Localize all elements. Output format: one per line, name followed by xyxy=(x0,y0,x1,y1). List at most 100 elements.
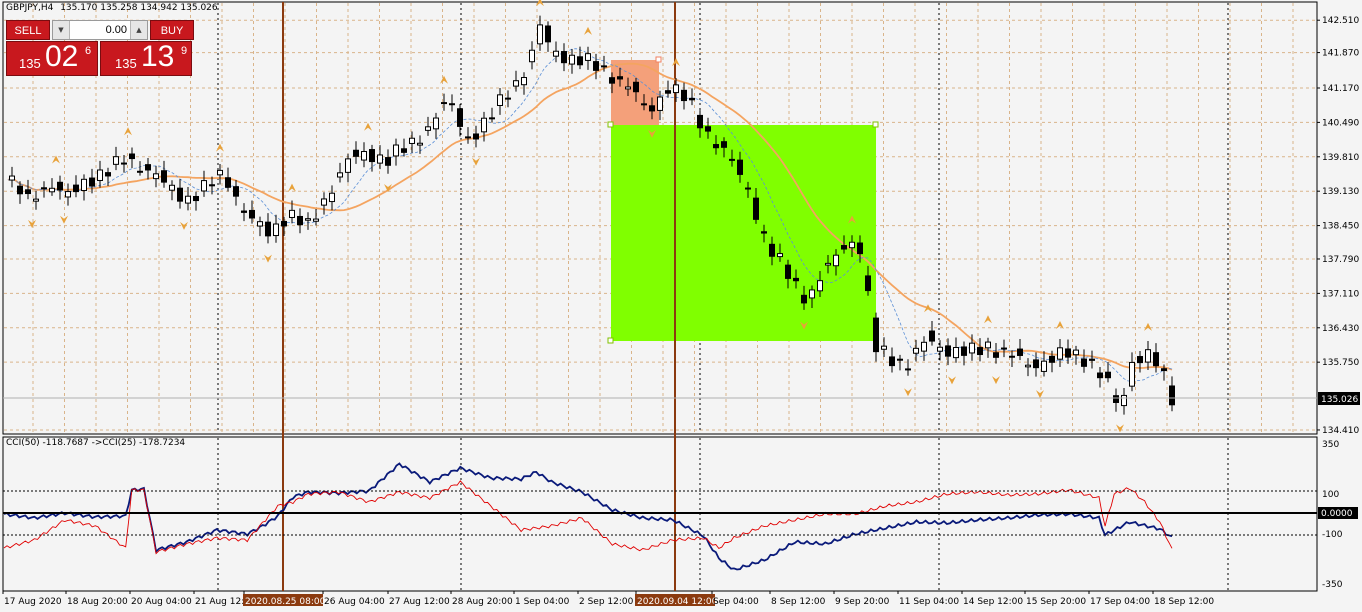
candle-body xyxy=(201,180,207,192)
candle-body xyxy=(985,341,991,349)
candle-body xyxy=(937,346,943,352)
candle-body xyxy=(769,243,775,257)
zone-handle[interactable] xyxy=(607,121,614,128)
price-tick-label: 141.170 xyxy=(1322,84,1359,94)
zone-handle[interactable] xyxy=(607,337,614,344)
zone-handle[interactable] xyxy=(655,56,662,63)
candle-body xyxy=(105,172,111,177)
candle-body xyxy=(1161,368,1167,372)
candle-body xyxy=(913,347,919,354)
candle-body xyxy=(65,191,71,198)
buy-price-pips: 13 xyxy=(141,40,175,73)
candle-body xyxy=(153,173,159,180)
candle-body xyxy=(17,185,23,195)
candle-body xyxy=(721,141,727,148)
candle-body xyxy=(881,345,887,350)
candle-body xyxy=(401,148,407,153)
candle-body xyxy=(1129,361,1135,387)
candle-body xyxy=(25,189,31,195)
candle-body xyxy=(353,149,359,157)
candle-body xyxy=(481,117,487,133)
buy-button[interactable]: BUY xyxy=(150,20,194,40)
candle-body xyxy=(1025,364,1031,368)
candle-body xyxy=(41,187,47,190)
candle-body xyxy=(393,144,399,157)
time-tick-label: 20 Aug 04:00 xyxy=(131,597,192,607)
price-tick-label: 134.410 xyxy=(1322,426,1359,436)
candle-body xyxy=(633,81,639,93)
candle-body xyxy=(1073,349,1079,356)
candle-body xyxy=(593,61,599,71)
price-tick-label: 138.450 xyxy=(1322,222,1359,232)
candle-body xyxy=(953,347,959,359)
candle-body xyxy=(505,97,511,100)
price-tick-label: 141.870 xyxy=(1322,49,1359,59)
time-tick-label: 2020.09.04 12:00 xyxy=(637,597,718,607)
time-tick-label: 17 Aug 2020 xyxy=(4,597,62,607)
lot-increase-icon[interactable]: ▲ xyxy=(130,21,147,39)
candle-body xyxy=(697,114,703,129)
candle-body xyxy=(857,242,863,255)
sell-price-pips: 02 xyxy=(45,40,79,73)
price-tick-label: 142.510 xyxy=(1322,16,1359,26)
indicator-title: CCI(50) -118.7687 ->CCI(25) -178.7234 xyxy=(6,438,185,448)
candle-body xyxy=(577,56,583,66)
candle-body xyxy=(169,184,175,191)
candle-body xyxy=(977,347,983,356)
candle-body xyxy=(889,356,895,367)
candle-body xyxy=(409,137,415,144)
candle-body xyxy=(1169,385,1175,406)
candle-body xyxy=(865,275,871,292)
time-axis: 17 Aug 2020 18 Aug 20:00 20 Aug 04:00 21 Au… xyxy=(2,591,1214,607)
time-tick-label: 27 Aug 12:00 xyxy=(389,597,450,607)
candle-body xyxy=(1033,359,1039,369)
candle-body xyxy=(89,177,95,187)
candle-body xyxy=(345,158,351,173)
candle-body xyxy=(945,345,951,357)
candle-body xyxy=(257,221,263,227)
candle-body xyxy=(897,358,903,361)
cci-tick-label: 100 xyxy=(1322,490,1339,500)
time-tick-label: 15 Sep 20:00 xyxy=(1026,597,1086,607)
candle-body xyxy=(425,126,431,131)
candle-body xyxy=(73,184,79,193)
candle-body xyxy=(641,103,647,106)
sell-price-button[interactable]: 135 02 6 xyxy=(6,40,98,76)
buy-price-button[interactable]: 135 13 9 xyxy=(100,40,192,76)
one-click-trading-panel: SELL ▼ 0.00 ▲ BUY 135 02 6 135 13 9 xyxy=(6,20,194,76)
candle-body xyxy=(121,162,127,165)
candle-body xyxy=(665,90,671,94)
zone-handle[interactable] xyxy=(872,121,879,128)
candle-body xyxy=(1153,352,1159,367)
candle-body xyxy=(1105,371,1111,379)
lot-decrease-icon[interactable]: ▼ xyxy=(53,21,70,39)
candle-body xyxy=(793,277,799,282)
candle-body xyxy=(537,24,543,45)
candle-body xyxy=(289,209,295,218)
lot-size-value[interactable]: 0.00 xyxy=(71,21,129,39)
candle-body xyxy=(329,192,335,203)
candle-body xyxy=(673,84,679,94)
candle-body xyxy=(305,218,311,221)
candle-body xyxy=(1121,394,1127,407)
sell-button[interactable]: SELL xyxy=(6,20,50,40)
candle-body xyxy=(809,289,815,299)
candle-body xyxy=(553,50,559,57)
candle-body xyxy=(785,264,791,279)
candle-body xyxy=(9,175,15,181)
candle-body xyxy=(241,210,247,213)
candle-body xyxy=(81,178,87,192)
candle-body xyxy=(441,102,447,105)
candle-body xyxy=(457,108,463,127)
symbol-label: GBPJPY,H4 xyxy=(6,3,54,13)
candle-body xyxy=(145,164,151,171)
price-tick-label: 139.130 xyxy=(1322,187,1359,197)
candle-body xyxy=(193,195,199,202)
candle-body xyxy=(1089,358,1095,361)
cci-tick-label: 350 xyxy=(1322,440,1339,450)
time-tick-label: 14 Sep 12:00 xyxy=(963,597,1023,607)
lot-size-field[interactable]: ▼ 0.00 ▲ xyxy=(52,20,148,40)
candle-body xyxy=(705,126,711,132)
candle-body xyxy=(929,330,935,342)
time-tick-label: 2 Sep 12:00 xyxy=(579,597,634,607)
